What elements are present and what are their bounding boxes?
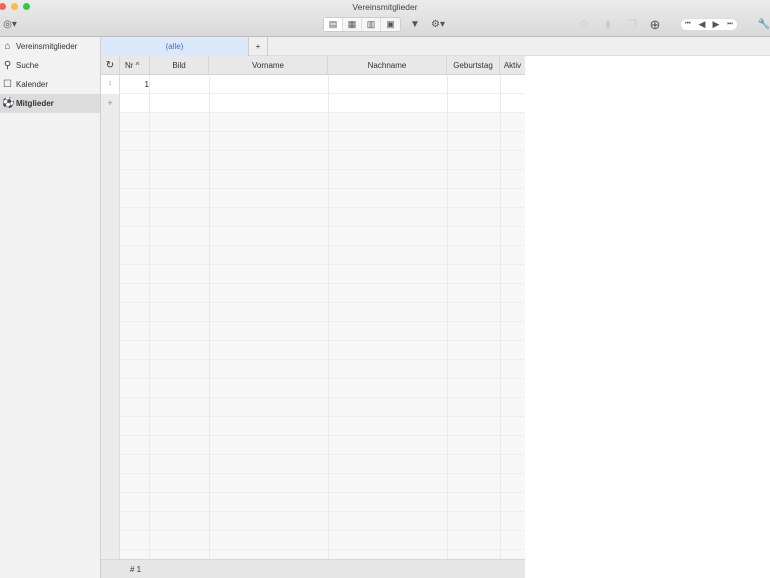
print-icon[interactable]: ⎙ <box>576 17 592 32</box>
sidebar-item-label: Suche <box>16 61 39 70</box>
empty-row <box>120 341 525 360</box>
empty-row <box>120 265 525 284</box>
empty-row <box>120 208 525 227</box>
column-header-nachname[interactable]: Nachname <box>328 56 447 75</box>
empty-row <box>120 360 525 379</box>
empty-row <box>120 455 525 474</box>
empty-row <box>120 474 525 493</box>
sidebar-item-label: Kalender <box>16 80 49 89</box>
tab-alle[interactable]: (alle) <box>101 37 249 56</box>
trash-icon[interactable]: ▮ <box>600 17 616 32</box>
tab-bar: (alle) + <box>101 37 770 56</box>
empty-row <box>120 246 525 265</box>
title-bar: Vereinsmitglieder ◎▾ ▤ ▦ ▥ ▣ ▼ ⚙▾ ⎙ ▮ ❐ … <box>0 0 770 37</box>
column-header-nr[interactable]: Nr ^ <box>120 56 150 75</box>
column-header-aktiv[interactable]: Aktiv <box>500 56 525 75</box>
column-header-geburtstag[interactable]: Geburtstag <box>447 56 500 75</box>
empty-row <box>120 493 525 512</box>
empty-row <box>120 170 525 189</box>
empty-row <box>120 322 525 341</box>
empty-row <box>120 151 525 170</box>
sidebar-item-suche[interactable]: ⚲ Suche <box>0 56 100 75</box>
row-index[interactable]: 1 <box>101 75 119 94</box>
row-header-column: 1 + <box>101 75 120 559</box>
empty-row <box>120 189 525 208</box>
window-title: Vereinsmitglieder <box>352 2 418 12</box>
report-view-icon[interactable]: ▣ <box>381 18 400 31</box>
refresh-icon[interactable]: ↻ <box>101 56 120 75</box>
form-view-icon[interactable]: ▤ <box>324 18 343 31</box>
gear-icon[interactable]: ⚙▾ <box>428 17 448 32</box>
home-icon: ⌂ <box>4 41 11 52</box>
last-record-icon[interactable]: ⏭ <box>723 19 737 30</box>
chart-view-icon[interactable]: ▥ <box>362 18 381 31</box>
new-row[interactable] <box>120 94 525 113</box>
empty-row <box>120 531 525 550</box>
sidebar-item-kalender[interactable]: ☐ Kalender <box>0 75 100 94</box>
add-row-button[interactable]: + <box>101 94 119 113</box>
sidebar-item-mitglieder[interactable]: ⚽ Mitglieder <box>0 94 100 113</box>
table-view-icon[interactable]: ▦ <box>343 18 362 31</box>
empty-row <box>120 379 525 398</box>
empty-row <box>120 113 525 132</box>
empty-row <box>120 398 525 417</box>
table-row[interactable]: 1 <box>120 75 525 94</box>
wrench-icon[interactable]: 🔧 <box>756 17 770 32</box>
sidebar-item-label: Vereinsmitglieder <box>16 42 78 51</box>
empty-row <box>120 417 525 436</box>
record-count: # 1 <box>130 565 142 574</box>
table-footer: # 1 <box>101 559 525 578</box>
add-record-icon[interactable]: ⊕ <box>647 17 663 32</box>
first-record-icon[interactable]: ⏮ <box>681 19 695 30</box>
empty-row <box>120 132 525 151</box>
empty-row <box>120 512 525 531</box>
next-record-icon[interactable]: ▶ <box>709 19 723 30</box>
filter-icon[interactable]: ▼ <box>407 17 423 32</box>
table-header: ↻ Nr ^ Bild Vorname Nachname Geburtstag … <box>101 56 525 75</box>
sidebar-item-vereinsmitglieder[interactable]: ⌂ Vereinsmitglieder <box>0 37 100 56</box>
record-navigation[interactable]: ⏮ ◀ ▶ ⏭ <box>680 18 738 31</box>
empty-row <box>120 284 525 303</box>
column-header-vorname[interactable]: Vorname <box>209 56 328 75</box>
view-mode-control[interactable]: ▤ ▦ ▥ ▣ <box>323 17 401 32</box>
column-header-bild[interactable]: Bild <box>150 56 209 75</box>
previous-record-icon[interactable]: ◀ <box>695 19 709 30</box>
cell-nr[interactable]: 1 <box>120 75 149 94</box>
add-tab-button[interactable]: + <box>249 37 268 56</box>
empty-row <box>120 303 525 322</box>
members-icon: ⚽ <box>2 98 15 109</box>
duplicate-icon[interactable]: ❐ <box>624 17 640 32</box>
sidebar-item-label: Mitglieder <box>16 99 54 108</box>
sidebar: ⌂ Vereinsmitglieder ⚲ Suche ☐ Kalender ⚽ Mit… <box>0 37 101 578</box>
records-table: ↻ Nr ^ Bild Vorname Nachname Geburtstag … <box>101 56 525 578</box>
search-icon: ⚲ <box>3 60 12 71</box>
calendar-icon: ☐ <box>3 79 12 90</box>
view-menu-icon[interactable]: ◎▾ <box>0 17 20 32</box>
empty-row <box>120 227 525 246</box>
empty-row <box>120 436 525 455</box>
